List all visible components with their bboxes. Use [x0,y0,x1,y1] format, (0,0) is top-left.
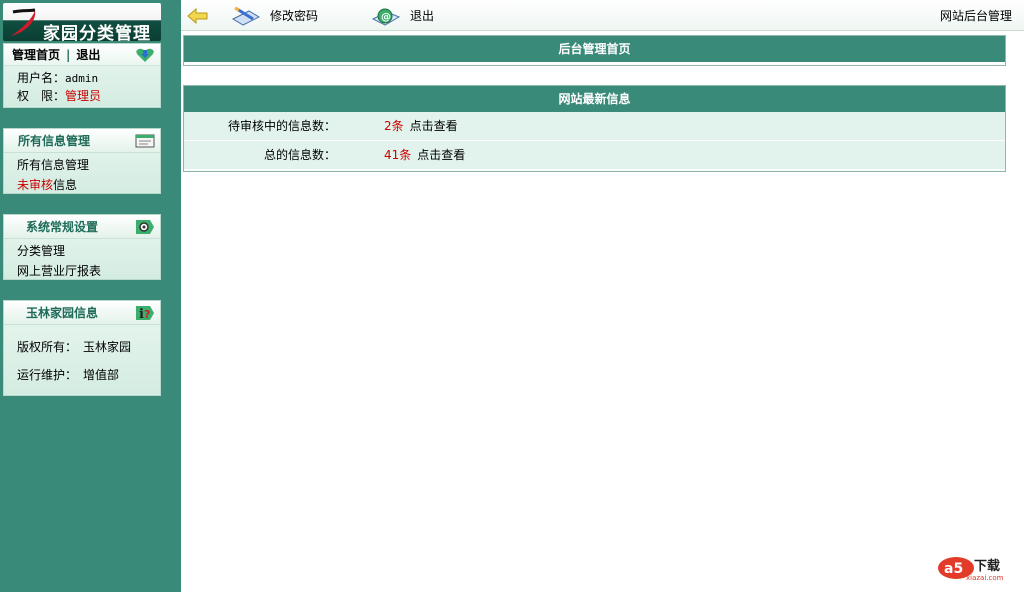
svg-text:a5: a5 [944,561,963,577]
user-nav: 管理首页 | 退出 [4,44,160,66]
change-password-link[interactable]: 修改密码 [270,7,318,25]
site-admin-label: 网站后台管理 [939,9,1012,23]
notebook-icon [135,134,155,148]
sidebar-item-unreviewed[interactable]: 未审核信息 [17,175,160,196]
about-panel: 玉林家园信息 i ? 版权所有： 玉林家园 运行维护： 增值部 [3,300,161,396]
top-toolbar: 修改密码 @ 退出 网站后台管理 [181,0,1024,31]
total-count-label: 总的信息数： [263,148,336,162]
pending-count-label: 待审核中的信息数： [227,119,336,133]
svg-text:下载: 下载 [974,558,1000,574]
system-panel: 系统常规设置 分类管理 网上营业厅报表 [3,214,161,280]
admin-home-title: 后台管理首页 [184,36,1005,62]
sidebar: 家园分类管理 管理首页 | 退出 用户名：admin 权 限：管理员 所有信息管理 [0,0,181,592]
svg-text:xiazai.com: xiazai.com [966,574,1004,582]
pencil-notebook-icon [231,6,261,26]
svg-text:?: ? [144,308,150,321]
app-logo: 家园分类管理 [3,3,161,41]
table-row: 总的信息数： 41条 点击查看 [184,141,1005,170]
pending-view-link[interactable]: 点击查看 [410,119,458,133]
table-row: 待审核中的信息数： 2条 点击查看 [184,112,1005,141]
pending-count-value: 2条 [384,119,404,133]
info-icon: i ? [136,306,154,322]
username-label: 用户名： [17,71,66,85]
total-count-value: 41条 [384,148,412,162]
topbar-logout-link[interactable]: 退出 [410,7,434,25]
logo-swoosh-icon [11,8,36,36]
gear-icon [136,220,154,234]
user-panel: 管理首页 | 退出 用户名：admin 权 限：管理员 [3,43,161,108]
maintenance-line: 运行维护： 增值部 [17,368,120,382]
admin-home-link[interactable]: 管理首页 [12,48,60,62]
copyright-line: 版权所有： 玉林家园 [17,340,132,354]
role-label: 权 限： [17,89,66,103]
about-title: 玉林家园信息 [26,306,99,320]
admin-home-box: 后台管理首页 [183,35,1006,66]
info-manage-title: 所有信息管理 [18,134,91,148]
sidebar-item-all-info[interactable]: 所有信息管理 [17,155,160,176]
a5-watermark: a5 下载 xiazai.com [934,552,1014,582]
total-view-link[interactable]: 点击查看 [417,148,465,162]
back-arrow-icon[interactable] [187,8,209,24]
a5-logo-icon: a5 下载 xiazai.com [938,557,1004,582]
svg-text:@: @ [381,12,391,23]
heart-down-icon [136,48,154,62]
sidebar-item-category-manage[interactable]: 分类管理 [17,241,160,262]
system-title: 系统常规设置 [26,220,99,234]
role-value: 管理员 [65,89,102,103]
logout-globe-icon: @ [371,8,401,26]
sidebar-item-online-report[interactable]: 网上营业厅报表 [17,261,160,282]
info-manage-panel: 所有信息管理 所有信息管理 未审核信息 [3,128,161,194]
logo-text: 家园分类管理 [43,24,151,41]
username-value: admin [65,72,99,85]
nav-separator: | [66,48,71,62]
latest-info-box: 网站最新信息 待审核中的信息数： 2条 点击查看 总的信息数： 41条 点击查看 [183,85,1006,172]
sidebar-logout-link[interactable]: 退出 [76,48,100,62]
latest-info-title: 网站最新信息 [184,86,1005,112]
